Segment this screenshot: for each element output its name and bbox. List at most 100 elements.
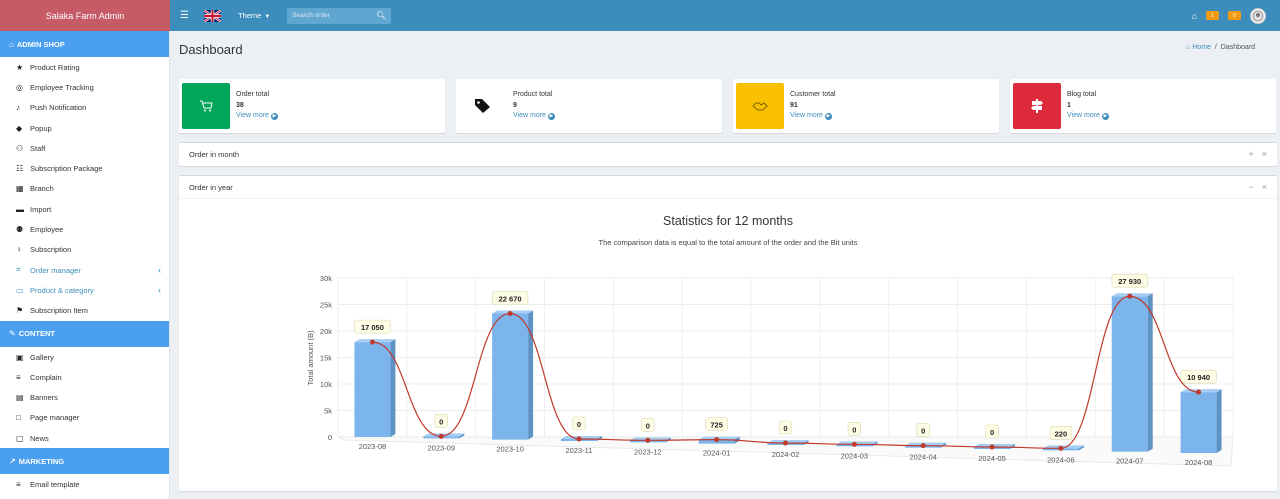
bar-top <box>354 339 396 343</box>
view-more-link[interactable]: View more ▶ <box>513 111 555 122</box>
sidebar-item-import[interactable]: ▬ Import <box>0 199 169 219</box>
theme-dropdown[interactable]: Theme ▼ <box>238 11 270 20</box>
sidebar-item-gallery[interactable]: ▣ Gallery <box>0 347 169 367</box>
series-point <box>369 339 375 345</box>
breadcrumb-home[interactable]: ⌂ Home <box>1186 44 1211 51</box>
info-box-orders: Order total 38 View more ▶ <box>179 79 445 133</box>
drop-icon: ◆ <box>16 123 23 133</box>
series-point <box>645 437 651 443</box>
view-more-label: View more <box>236 112 269 119</box>
series-point <box>507 311 513 317</box>
sitemap-icon: ☷ <box>16 164 24 174</box>
sidebar-item-label: Subscription Item <box>30 306 88 316</box>
list-icon: ≡ <box>16 372 21 382</box>
data-label: 27 930 <box>1118 277 1141 286</box>
x-tick-label: 2024-02 <box>772 450 800 459</box>
star-icon: ★ <box>16 62 24 72</box>
close-icon[interactable]: × <box>1262 182 1267 192</box>
home-icon[interactable]: ⌂ <box>1192 11 1197 21</box>
view-more-link[interactable]: View more ▶ <box>790 111 836 122</box>
gallery-icon: ▣ <box>16 352 24 362</box>
sidebar-item-subscription-item[interactable]: ⚑ Subscription Item <box>0 301 169 321</box>
y-tick-label: 20k <box>320 327 332 336</box>
data-label: 0 <box>783 424 787 433</box>
sidebar-section-content[interactable]: ✎ CONTENT <box>0 320 169 347</box>
search-icon[interactable]: 🔍︎ <box>376 11 386 20</box>
sidebar-item-label: Subscription <box>30 245 72 255</box>
marketing-icon: ↗ <box>9 456 16 466</box>
sidebar-item-label: Staff <box>30 143 46 153</box>
view-more-label: View more <box>790 112 823 119</box>
close-icon[interactable]: × <box>1262 149 1267 159</box>
sidebar-item-employee-tracking[interactable]: ◎ Employee Tracking <box>0 77 169 97</box>
series-point <box>714 437 720 443</box>
sidebar-item-popup[interactable]: ◆ Popup <box>0 118 169 138</box>
y-tick-label: 10k <box>320 380 332 389</box>
chevron-left-icon[interactable]: ‹ <box>158 285 161 295</box>
info-box-value: 91 <box>790 101 798 109</box>
collapse-icon[interactable]: − <box>1248 182 1253 192</box>
sidebar-item-subscription[interactable]: ♀ Subscription <box>0 240 169 260</box>
notification-icon[interactable]: 1 <box>1206 11 1219 20</box>
users-icon: ⚇ <box>16 143 24 153</box>
sidebar-item-email-template[interactable]: ≡ Email template <box>0 474 169 494</box>
info-box-blogs: Blog total 1 View more ▶ <box>1010 79 1276 133</box>
sidebar-section-title: MARKETING <box>18 456 65 466</box>
sidebar-item-label: Order manager <box>30 265 81 275</box>
sidebar-item-product-rating[interactable]: ★ Product Rating <box>0 57 169 77</box>
expand-icon[interactable]: + <box>1248 149 1253 159</box>
app-brand[interactable]: Salaka Farm Admin <box>0 0 170 31</box>
x-tick-label: 2024-05 <box>978 454 1006 463</box>
sidebar-item-page-manager[interactable]: □ Page manager <box>0 408 169 428</box>
sidebar-item-product-category[interactable]: ▭ Product & category ‹ <box>0 280 169 300</box>
view-more-link[interactable]: View more ▶ <box>236 111 278 122</box>
folder-icon: ▭ <box>16 285 24 295</box>
arrow-right-icon: ▶ <box>824 113 832 120</box>
message-count: 0 <box>1233 12 1236 19</box>
y-tick-label: 30k <box>320 274 332 283</box>
data-label: 220 <box>1055 429 1068 438</box>
cart-icon <box>182 83 230 129</box>
sidebar-item-subscription-package[interactable]: ☷ Subscription Package <box>0 158 169 178</box>
sidebar-item-banners[interactable]: ▤ Banners <box>0 387 169 407</box>
series-point <box>1196 389 1202 395</box>
data-label: 10 940 <box>1187 373 1210 382</box>
sidebar-item-staff[interactable]: ⚇ Staff <box>0 138 169 158</box>
building-icon: ▦ <box>16 184 24 194</box>
edit-icon: ✎ <box>9 329 16 339</box>
sidebar-item-order-manager[interactable]: ⌗ Order manager ‹ <box>0 260 169 280</box>
x-tick-label: 2024-07 <box>1116 457 1144 466</box>
sidebar-item-news[interactable]: ▢ News <box>0 428 169 448</box>
x-tick-label: 2023-12 <box>634 447 662 456</box>
sidebar-item-branch[interactable]: ▦ Branch <box>0 179 169 199</box>
sidebar-item-complain[interactable]: ≡ Complain <box>0 367 169 387</box>
menu-toggle-icon[interactable]: ☰ <box>180 10 189 21</box>
arrow-right-icon: ▶ <box>547 113 555 120</box>
sidebar-item-label: Product Rating <box>30 62 80 72</box>
award-icon: ♀ <box>16 245 22 255</box>
search-input[interactable] <box>292 12 373 19</box>
x-tick-label: 2024-06 <box>1047 455 1075 464</box>
x-tick-label: 2024-08 <box>1185 458 1213 467</box>
sidebar-section-title: ADMIN SHOP <box>16 39 65 49</box>
truck-icon: ▬ <box>16 204 24 214</box>
info-box-products: Product total 9 View more ▶ <box>456 79 722 133</box>
sidebar-section-marketing[interactable]: ↗ MARKETING <box>0 448 169 475</box>
series-point <box>438 433 444 439</box>
user-avatar[interactable] <box>1250 7 1266 24</box>
data-label: 0 <box>852 425 856 434</box>
view-more-link[interactable]: View more ▶ <box>1067 111 1109 122</box>
sidebar-item-employee[interactable]: ⚉ Employee <box>0 219 169 239</box>
x-tick-label: 2023-11 <box>565 446 592 455</box>
x-tick-label: 2024-01 <box>703 449 731 458</box>
series-point <box>989 444 995 450</box>
theme-label: Theme <box>237 11 262 20</box>
bar-side <box>1147 293 1153 452</box>
chevron-left-icon[interactable]: ‹ <box>158 265 161 275</box>
sidebar-item-label: Branch <box>30 184 54 194</box>
sidebar-item-push-notification[interactable]: ♪ Push Notification <box>0 98 169 118</box>
sidebar-section-admin-shop[interactable]: ⌂ ADMIN SHOP <box>0 31 169 57</box>
data-label: 17 050 <box>361 323 384 332</box>
message-icon[interactable]: 0 <box>1228 11 1241 20</box>
uk-flag-icon[interactable] <box>203 9 221 22</box>
